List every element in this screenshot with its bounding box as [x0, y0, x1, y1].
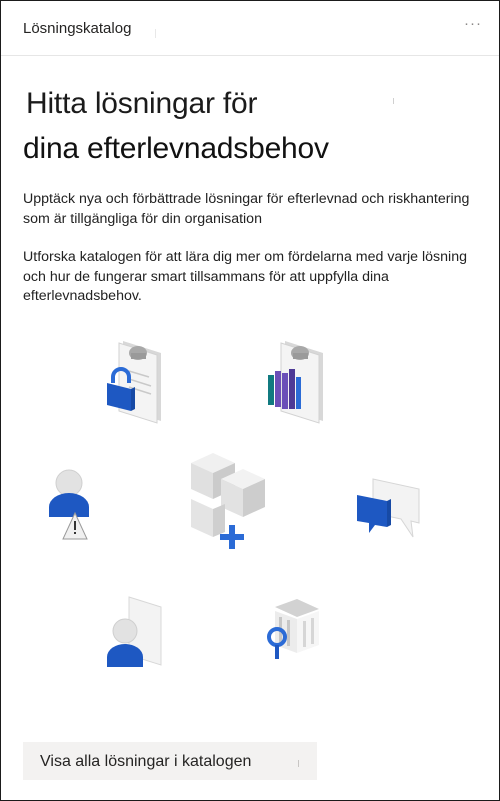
user-warning-icon	[49, 469, 89, 540]
explore-paragraph: Utforska katalogen för att lära dig mer …	[23, 249, 467, 304]
view-all-solutions-label: Visa alla lösningar i katalogen	[40, 753, 252, 770]
hero-title-line1: Hitta lösningar för	[26, 87, 258, 120]
panel-title: Lösningskatalog	[23, 20, 132, 37]
view-all-solutions-button[interactable]: Visa alla lösningar i katalogen	[23, 742, 317, 780]
chat-bubbles-icon	[357, 478, 420, 538]
clipboard-lock-icon	[107, 341, 161, 424]
text-cursor-mark	[393, 98, 394, 104]
more-options-icon[interactable]: ···	[459, 15, 487, 39]
solutions-illustration	[1, 321, 499, 691]
user-document-icon	[107, 596, 162, 667]
clipboard-books-icon	[268, 341, 323, 424]
intro-paragraph: Upptäck nya och förbättrade lösningar fö…	[23, 191, 470, 227]
panel-header: Lösningskatalog ···	[1, 1, 499, 56]
solution-catalog-panel: Lösningskatalog ··· Hitta lösningar för …	[0, 0, 500, 801]
bank-search-icon	[267, 599, 319, 659]
cubes-plus-icon	[191, 453, 265, 549]
header-divider	[155, 29, 156, 38]
hero-title-line2: dina efterlevnadsbehov	[23, 132, 329, 165]
button-edge-mark	[298, 760, 299, 767]
